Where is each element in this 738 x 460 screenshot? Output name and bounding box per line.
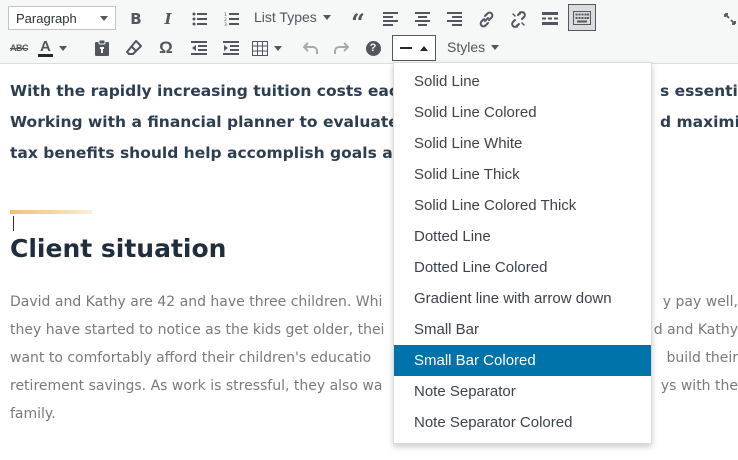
chevron-up-icon [420, 45, 428, 51]
chevron-down-icon [58, 45, 67, 51]
chevron-down-icon [100, 16, 108, 21]
separator-dropdown-button[interactable] [392, 35, 436, 61]
bold-icon: B [130, 10, 142, 28]
numbered-list-icon: 1 2 3 [224, 12, 239, 26]
menu-item-solid-line-white[interactable]: Solid Line White [394, 128, 651, 159]
unlink-icon [510, 10, 526, 28]
format-select[interactable]: Paragraph [8, 6, 116, 30]
body-line: David and Kathy are 42 and have three ch… [10, 294, 383, 310]
clipboard-icon [95, 40, 109, 56]
menu-item-solid-line-colored-thick[interactable]: Solid Line Colored Thick [394, 190, 651, 221]
redo-button[interactable] [330, 36, 352, 60]
section-heading: Client situation [10, 234, 227, 263]
menu-item-solid-line[interactable]: Solid Line [394, 66, 651, 97]
indent-icon [223, 41, 239, 55]
body-paragraph: David and Kathy are 42 and have three ch… [10, 288, 384, 428]
text-cursor [13, 216, 14, 231]
paste-text-button[interactable] [92, 36, 112, 60]
list-types-label: List Types [254, 9, 317, 25]
format-select-value: Paragraph [16, 10, 77, 26]
question-mark-icon: ? [365, 40, 381, 56]
body-line-tail: y pay well, [662, 294, 738, 310]
svg-text:3: 3 [224, 22, 227, 26]
body-line: family. [10, 406, 56, 422]
read-more-button[interactable] [539, 7, 561, 31]
horizontal-line-icon [400, 47, 412, 49]
menu-item-solid-line-colored[interactable]: Solid Line Colored [394, 97, 651, 128]
styles-dropdown[interactable]: Styles [447, 35, 507, 59]
indent-button[interactable] [220, 36, 242, 60]
body-line-tail: ys with the [660, 378, 738, 394]
numbered-list-button[interactable]: 1 2 3 [221, 7, 243, 31]
bold-button[interactable]: B [126, 7, 146, 31]
italic-button[interactable]: I [158, 7, 178, 31]
insert-link-button[interactable] [475, 7, 497, 31]
table-icon [252, 40, 268, 56]
quote-icon: “ [351, 8, 365, 37]
undo-button[interactable] [300, 36, 322, 60]
menu-item-dotted-line-colored[interactable]: Dotted Line Colored [394, 252, 651, 283]
strikethrough-button[interactable]: ABC [8, 36, 30, 60]
text-color-icon: A [38, 38, 53, 57]
omega-icon: Ω [159, 38, 173, 57]
fullscreen-button[interactable] [722, 7, 738, 31]
menu-item-dotted-line[interactable]: Dotted Line [394, 221, 651, 252]
menu-item-small-bar-colored[interactable]: Small Bar Colored [394, 345, 651, 376]
text-color-button[interactable]: A [38, 36, 84, 60]
align-right-button[interactable] [444, 7, 464, 31]
table-button[interactable] [252, 36, 292, 60]
body-paragraph-right: y pay well, d and Kathy build their ys w… [652, 288, 738, 400]
chevron-down-icon [491, 44, 500, 50]
clear-formatting-button[interactable] [124, 36, 144, 60]
bullet-list-button[interactable] [189, 7, 211, 31]
link-icon [479, 11, 493, 27]
body-line: want to comfortably afford their childre… [10, 350, 372, 366]
lead-line-tail: s essential. [660, 82, 738, 100]
separator-menu: Solid Line Solid Line Colored Solid Line… [393, 62, 652, 444]
align-center-icon [414, 12, 430, 26]
align-right-icon [446, 12, 462, 26]
chevron-down-icon [322, 14, 331, 20]
align-left-icon [382, 12, 398, 26]
menu-item-gradient-line-arrow-down[interactable]: Gradient line with arrow down [394, 283, 651, 314]
chevron-down-icon [274, 45, 282, 51]
menu-item-note-separator-colored[interactable]: Note Separator Colored [394, 407, 651, 438]
outdent-icon [191, 41, 207, 55]
lead-line-tail: d maximiz [660, 113, 738, 131]
fullscreen-icon [724, 13, 736, 25]
menu-item-note-separator[interactable]: Note Separator [394, 376, 651, 407]
menu-item-solid-line-thick[interactable]: Solid Line Thick [394, 159, 651, 190]
list-types-dropdown[interactable]: List Types [254, 5, 338, 29]
toolbar-toggle-button[interactable] [568, 4, 596, 31]
menu-item-small-bar[interactable]: Small Bar [394, 314, 651, 345]
keyboard-icon [573, 10, 591, 25]
bullet-list-icon [192, 12, 207, 26]
undo-icon [303, 42, 318, 54]
body-line: they have started to notice as the kids … [10, 322, 385, 338]
body-line-tail: d and Kathy [653, 322, 738, 338]
outdent-button[interactable] [188, 36, 210, 60]
redo-icon [334, 42, 349, 54]
small-bar-separator [10, 210, 92, 214]
strikethrough-icon: ABC [10, 43, 29, 53]
align-center-button[interactable] [412, 7, 432, 31]
editor-toolbar: Paragraph B I 1 2 3 List Types “ ABC A Ω… [0, 0, 738, 64]
help-button[interactable]: ? [362, 36, 384, 60]
eraser-icon [126, 40, 142, 55]
styles-label: Styles [447, 39, 486, 55]
align-left-button[interactable] [380, 7, 400, 31]
italic-icon: I [164, 10, 172, 28]
lead-paragraph-right: s essential. d maximiz [652, 76, 738, 138]
read-more-icon [542, 12, 558, 25]
blockquote-button[interactable]: “ [347, 7, 369, 35]
body-line: retirement savings. As work is stressful… [10, 378, 383, 394]
body-line-tail: build their [666, 350, 738, 366]
remove-link-button[interactable] [507, 7, 529, 31]
special-character-button[interactable]: Ω [156, 36, 176, 60]
